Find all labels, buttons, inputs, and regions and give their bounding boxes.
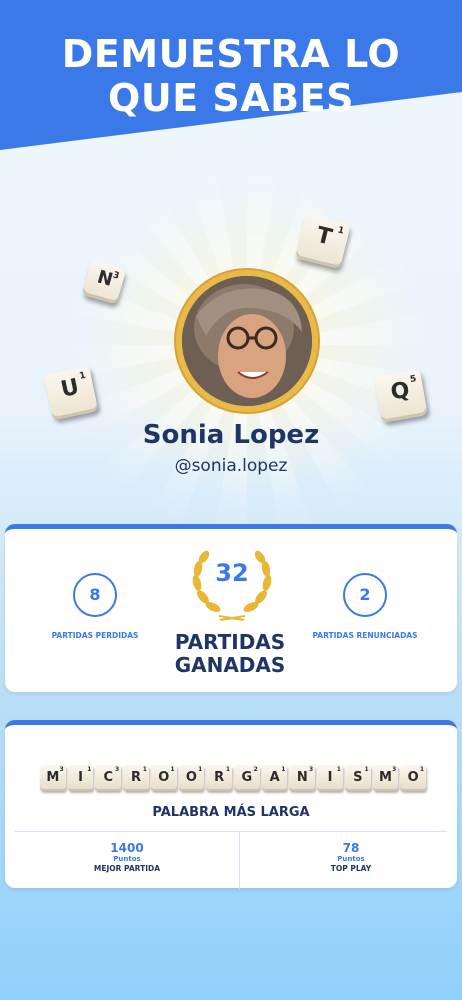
quit-games-label: PARTIDAS RENUNCIADAS — [312, 631, 418, 640]
letter-tile-q: Q 5 — [374, 369, 428, 423]
word-letter-tile: S1 — [344, 765, 371, 791]
tile-points: 1 — [198, 766, 203, 773]
stats-card: 8 PARTIDAS PERDIDAS 32 PARTIDAS GANADAS … — [5, 524, 457, 692]
player-handle: @sonia.lopez — [174, 456, 288, 476]
tile-points: 2 — [253, 766, 258, 773]
best-game-score: 1400 Puntos MEJOR PARTIDA — [93, 841, 161, 873]
word-letter-tile: O1 — [178, 765, 205, 791]
word-letter-tile: O1 — [400, 765, 427, 791]
quit-games-count: 2 — [343, 573, 387, 617]
word-letter-tile: O1 — [150, 765, 177, 791]
tile-points: 1 — [281, 766, 286, 773]
word-letter-tile: R1 — [123, 765, 149, 791]
lost-games-count: 8 — [73, 573, 117, 617]
word-letter-tile: A1 — [261, 765, 288, 791]
player-name: Sonia Lopez — [142, 420, 320, 450]
tile-points: 1 — [364, 766, 369, 773]
word-letter-tile: M3 — [40, 765, 66, 791]
longest-word-label: PALABRA MÁS LARGA — [152, 805, 310, 820]
avatar-frame — [176, 270, 318, 412]
tile-points: 1 — [419, 766, 425, 773]
banner-title: DEMUESTRA LO QUE SABES — [61, 32, 401, 120]
tile-points: 3 — [59, 766, 64, 773]
avatar-portrait-icon — [182, 276, 312, 406]
divider — [15, 831, 447, 832]
word-letter-tile: R1 — [206, 765, 233, 791]
tile-points: 3 — [309, 766, 314, 773]
word-letter-tile: C3 — [95, 765, 122, 791]
word-letter-tile: M3 — [372, 765, 399, 791]
longest-word-tiles: M3I1C3R1O1O1R1G2A1N3I1S1M3O1 — [40, 765, 427, 791]
avatar — [182, 276, 312, 406]
tile-points: 1 — [225, 766, 231, 773]
word-letter-tile: I1 — [67, 765, 94, 791]
wins-count: 32 — [215, 559, 249, 587]
letter-tile-u: U 1 — [43, 365, 99, 421]
tile-points: 3 — [392, 766, 397, 773]
top-play-score: 78 Puntos TOP PLAY — [330, 841, 372, 873]
tile-points: 3 — [114, 766, 120, 773]
tile-points: 1 — [142, 766, 147, 773]
word-letter-tile: N3 — [289, 765, 316, 791]
longest-word-card: M3I1C3R1O1O1R1G2A1N3I1S1M3O1 PALABRA MÁS… — [5, 720, 457, 889]
word-letter-tile: I1 — [317, 765, 343, 791]
tile-points: 1 — [336, 766, 341, 773]
divider — [239, 831, 240, 889]
word-letter-tile: G2 — [234, 765, 260, 791]
tile-points: 1 — [170, 766, 175, 773]
tile-points: 1 — [87, 766, 92, 773]
